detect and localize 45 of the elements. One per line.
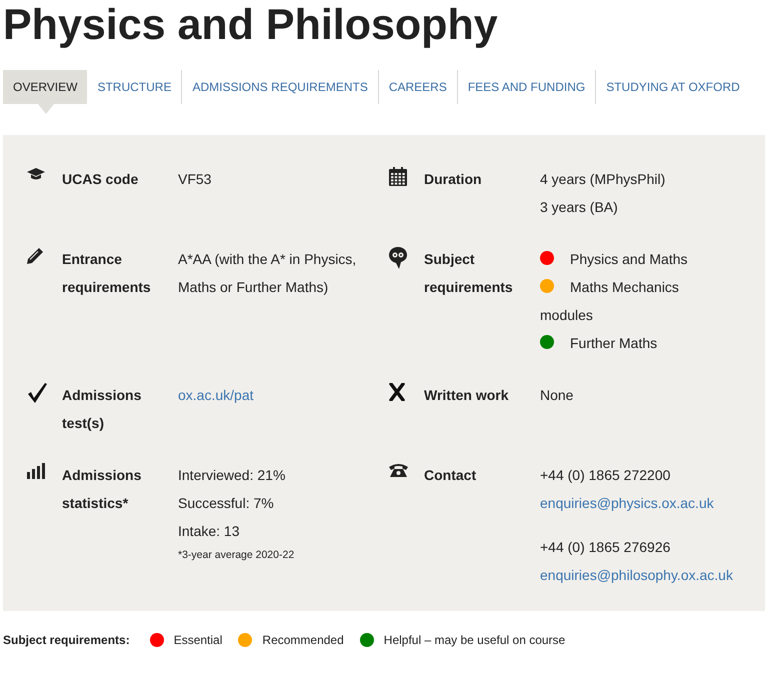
cross-icon (389, 383, 405, 401)
nav-tab[interactable]: ADMISSIONS REQUIREMENTS (181, 70, 378, 104)
nav-tab[interactable]: FEES AND FUNDING (456, 70, 596, 104)
fact-label: Written work (424, 386, 510, 405)
fact-value: 3 years (BA) (540, 198, 619, 217)
telephone-icon (389, 463, 408, 477)
nav-tab[interactable]: STRUCTURE (87, 70, 182, 104)
fact-link[interactable]: ox.ac.uk/pat (178, 381, 254, 409)
pencil-icon (27, 247, 44, 264)
legend-text: Essential (174, 633, 222, 647)
nav-tab[interactable]: STUDYING AT OXFORD (595, 70, 750, 104)
fact-label: UCAS code (62, 170, 140, 189)
fact-label: Contact (424, 466, 478, 485)
subject-name: Maths Mechanics modules (540, 279, 679, 323)
fact-label: Subject requirements (424, 250, 514, 297)
fact-link[interactable]: enquiries@philosophy.ox.ac.uk (540, 561, 733, 589)
graduation-cap-icon (27, 167, 45, 181)
fact-value: Interviewed: 21% (178, 466, 286, 485)
fact-value: None (540, 386, 574, 405)
fact-label: Admissions statistics* (62, 466, 142, 513)
calendar-icon (389, 167, 407, 186)
fact-value: Successful: 7% (178, 494, 275, 513)
footnote: *3-year average 2020-22 (178, 548, 296, 563)
fact-label: Duration (424, 170, 483, 189)
page-title: Physics and Philosophy (3, 0, 499, 50)
fact-label: Admissions test(s) (62, 386, 142, 433)
legend-text: Helpful – may be useful on course (384, 633, 566, 647)
fact-value: A*AA (with the A* in Physics, Maths or Further Maths) (178, 250, 358, 297)
check-icon (27, 383, 47, 403)
legend-text: Recommended (262, 633, 344, 647)
fact-label: Entrance requirements (62, 250, 152, 297)
tab-pointer-icon (38, 104, 54, 114)
fact-link[interactable]: enquiries@physics.ox.ac.uk (540, 489, 714, 517)
fact-value: Intake: 13 (178, 522, 240, 541)
fact-value: +44 (0) 1865 272200 (540, 466, 672, 485)
fact-value: 4 years (MPhysPhil) (540, 170, 666, 189)
nav-tab[interactable]: OVERVIEW (3, 70, 88, 104)
signal-bars-icon (27, 463, 45, 479)
subject-name: Physics and Maths (570, 251, 688, 267)
legend-label: Subject requirements: (3, 633, 130, 647)
head-with-gears-icon (389, 247, 407, 269)
fact-value: VF53 (178, 170, 212, 189)
nav-tab[interactable]: CAREERS (378, 70, 457, 104)
fact-value: +44 (0) 1865 276926 (540, 538, 672, 557)
subject-name: Further Maths (570, 335, 658, 351)
